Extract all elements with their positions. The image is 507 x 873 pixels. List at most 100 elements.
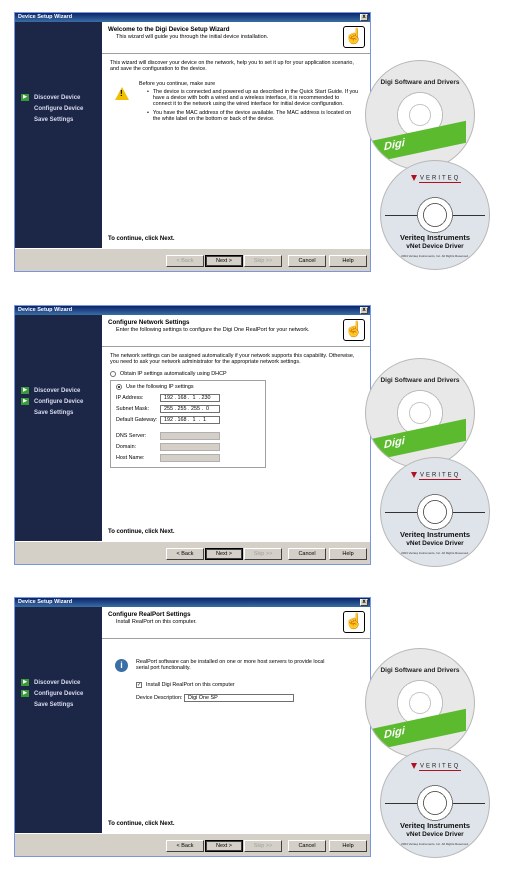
footer-hint: To continue, click Next. [108,236,175,242]
back-button[interactable]: < Back [166,840,204,852]
before-text: Before you continue, make sure [139,80,216,87]
next-button[interactable]: Next > [205,548,243,560]
wizard-header: Configure RealPort Settings Install Real… [102,607,370,639]
cancel-button[interactable]: Cancel [288,255,326,267]
footer-hint: To continue, click Next. [108,821,175,827]
dns-server-field[interactable] [160,431,220,440]
close-button[interactable]: x [360,599,368,606]
arrow-icon: ▶ [21,679,29,686]
footer-hint: To continue, click Next. [108,529,175,535]
step-configure-device: Configure Device [34,105,84,112]
veriteq-cd: VERITEQ Veriteq Instruments vNet Device … [380,160,490,270]
static-ip-radio[interactable]: Use the following IP settings [116,384,260,391]
domain-label: Domain: [116,443,137,450]
wizard-sidebar: ▶ Discover Device ▶ Configure Device Save … [15,607,102,833]
dns-label: DNS Server: [116,432,147,439]
subnet-mask-field[interactable]: 255 . 255 . 255 . 0 [160,404,220,413]
step-configure-device: ▶ Configure Device [21,396,83,407]
veriteq-cd: VERITEQ Veriteq Instruments vNet Device … [380,748,490,858]
close-button[interactable]: x [360,14,368,21]
warning-icon: ! [115,86,129,100]
wizard-panel: Configure RealPort Settings Install Real… [102,607,370,833]
bullet-item: The device is connected and powered up a… [139,89,359,108]
title-bar[interactable]: Device Setup Wizard x [15,306,370,315]
page-subtitle: Install RealPort on this computer. [116,619,197,625]
title-bar[interactable]: Device Setup Wizard x [15,598,370,607]
button-bar: < Back Next > Skip >> Cancel Help [15,248,370,271]
bullet-item: You have the MAC address of the device a… [139,110,359,123]
ip-address-field[interactable]: 192 . 168 . 1 . 230 [160,393,220,402]
veriteq-logo: VERITEQ [411,763,460,770]
step-save-settings: Save Settings [34,701,74,708]
digi-cd: Digi Software and Drivers Digi [365,60,475,170]
arrow-icon: ▶ [21,94,29,101]
wizard-window-welcome: Device Setup Wizard x ▶ Discover Device Co… [14,12,371,272]
info-text: RealPort software can be installed on on… [136,659,325,672]
page-subtitle: This wizard will guide you through the i… [116,34,269,40]
button-bar: < Back Next > Skip >> Cancel Help [15,541,370,564]
skip-button[interactable]: Skip >> [244,548,282,560]
step-discover-device: ▶ Discover Device [21,92,83,103]
cancel-button[interactable]: Cancel [288,548,326,560]
skip-button[interactable]: Skip >> [244,840,282,852]
default-gateway-field[interactable]: 192 . 168 . 1 . 1 [160,415,220,424]
wizard-header: Welcome to the Digi Device Setup Wizard … [102,22,370,54]
intro-text: This wizard will discover your device on… [110,60,354,73]
host-label: Host Name: [116,454,145,461]
wizard-window-realport: Device Setup Wizard x ▶ Discover Device ▶ C… [14,597,371,857]
dhcp-radio[interactable]: Obtain IP settings automatically using D… [110,371,362,377]
checkmark-icon: ✓ [136,682,142,689]
wizard-panel: Configure Network Settings Enter the fol… [102,315,370,541]
static-ip-group: Use the following IP settings IP Address… [110,379,266,469]
next-button[interactable]: Next > [205,255,243,267]
ip-label: IP Address: [116,394,144,401]
wizard-sidebar: ▶ Discover Device ▶ Configure Device Save … [15,315,102,541]
button-bar: < Back Next > Skip >> Cancel Help [15,833,370,856]
help-button[interactable]: Help [329,548,367,560]
hand-pointer-icon: ☝ [343,611,365,633]
digi-cd: Digi Software and Drivers Digi [365,358,475,468]
domain-field[interactable] [160,442,220,451]
host-name-field[interactable] [160,453,220,462]
arrow-icon: ▶ [21,398,29,405]
back-button[interactable]: < Back [166,548,204,560]
veriteq-logo: VERITEQ [411,472,460,479]
wizard-sidebar: ▶ Discover Device Configure Device Save S… [15,22,102,248]
radio-icon [116,384,122,391]
digi-logo: Digi [370,708,466,752]
hand-pointer-icon: ☝ [343,319,365,341]
info-icon: i [115,659,128,672]
skip-button[interactable]: Skip >> [244,255,282,267]
help-button[interactable]: Help [329,255,367,267]
close-button[interactable]: x [360,307,368,314]
back-button[interactable]: < Back [166,255,204,267]
page-title: Welcome to the Digi Device Setup Wizard [108,26,230,33]
radio-icon [110,370,116,377]
digi-logo: Digi [370,418,466,462]
window-title: Device Setup Wizard [18,599,73,605]
step-save-settings: Save Settings [34,116,74,123]
mask-label: Subnet Mask: [116,405,149,412]
veriteq-logo: VERITEQ [411,175,460,182]
help-button[interactable]: Help [329,840,367,852]
next-button[interactable]: Next > [205,840,243,852]
wizard-header: Configure Network Settings Enter the fol… [102,315,370,347]
page-title: Configure Network Settings [108,319,190,326]
digi-cd: Digi Software and Drivers Digi [365,648,475,758]
hand-pointer-icon: ☝ [343,26,365,48]
step-save-settings: Save Settings [34,409,74,416]
digi-logo: Digi [370,120,466,164]
title-bar[interactable]: Device Setup Wizard x [15,13,370,22]
device-description-label: Device Description: [136,694,183,701]
cancel-button[interactable]: Cancel [288,840,326,852]
device-description-field[interactable]: Digi One SP [184,693,294,702]
step-discover-device: ▶ Discover Device [21,677,83,688]
page-title: Configure RealPort Settings [108,611,191,618]
window-title: Device Setup Wizard [18,307,73,313]
veriteq-cd: VERITEQ Veriteq Instruments vNet Device … [380,457,490,567]
install-realport-checkbox[interactable]: ✓ Install Digi RealPort on this computer [136,682,362,689]
wizard-panel: Welcome to the Digi Device Setup Wizard … [102,22,370,248]
intro-text: The network settings can be assigned aut… [110,353,355,366]
arrow-icon: ▶ [21,387,29,394]
gateway-label: Default Gateway: [116,416,158,423]
